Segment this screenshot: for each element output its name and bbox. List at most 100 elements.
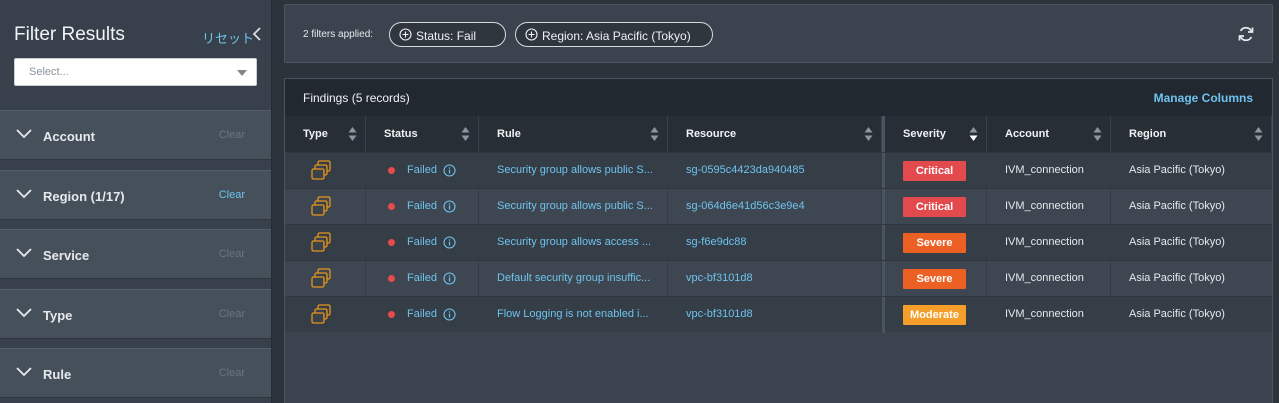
cell-region: Asia Pacific (Tokyo)	[1111, 189, 1272, 225]
status-link[interactable]: Failed	[407, 200, 437, 212]
table-row[interactable]: Failed Security group allows public S... s…	[285, 188, 1272, 225]
severity-badge: Critical	[903, 161, 966, 181]
column-header-region[interactable]: Region	[1111, 116, 1272, 152]
region-text: Asia Pacific (Tokyo)	[1129, 272, 1225, 284]
cell-type	[285, 153, 366, 189]
facet-clear-button[interactable]: Clear	[219, 129, 245, 141]
cell-status: Failed	[366, 297, 479, 333]
column-header-severity[interactable]: Severity	[882, 116, 987, 152]
facet-clear-button[interactable]: Clear	[219, 189, 245, 201]
findings-header: Findings (5 records) Manage Columns	[285, 79, 1272, 116]
chevron-down-icon	[16, 189, 32, 199]
column-header-label: Status	[384, 128, 418, 140]
resource-link[interactable]: vpc-bf3101d8	[686, 272, 753, 284]
region-text: Asia Pacific (Tokyo)	[1129, 200, 1225, 212]
sidebar-header: Filter Results リセット Select...	[0, 0, 271, 108]
sort-icon[interactable]	[650, 126, 659, 142]
resource-link[interactable]: vpc-bf3101d8	[686, 308, 753, 320]
account-text: IVM_connection	[1005, 272, 1084, 284]
cell-severity: Moderate	[882, 297, 987, 333]
status-dot	[388, 275, 395, 282]
rule-link[interactable]: Security group allows public S...	[497, 164, 662, 176]
facet-region[interactable]: Region (1/17) Clear	[0, 170, 271, 220]
account-text: IVM_connection	[1005, 200, 1084, 212]
filter-chip-label: Status: Fail	[416, 29, 477, 43]
resource-link[interactable]: sg-0595c4423da940485	[686, 164, 805, 176]
info-icon[interactable]	[443, 164, 456, 177]
sort-icon[interactable]	[864, 126, 873, 142]
status-link[interactable]: Failed	[407, 272, 437, 284]
cell-region: Asia Pacific (Tokyo)	[1111, 297, 1272, 333]
sidebar-title: Filter Results	[14, 24, 125, 45]
sort-icon[interactable]	[1093, 126, 1102, 142]
facet-type[interactable]: Type Clear	[0, 289, 271, 339]
cell-type	[285, 297, 366, 333]
rule-link[interactable]: Flow Logging is not enabled i...	[497, 308, 662, 320]
column-header-label: Account	[1005, 128, 1049, 140]
cell-rule: Flow Logging is not enabled i...	[479, 297, 668, 333]
info-icon[interactable]	[443, 200, 456, 213]
column-header-status[interactable]: Status	[366, 116, 479, 152]
cell-type	[285, 225, 366, 261]
filter-chip-region[interactable]: Region: Asia Pacific (Tokyo)	[515, 22, 713, 47]
filter-select[interactable]: Select...	[14, 58, 257, 86]
status-link[interactable]: Failed	[407, 308, 437, 320]
chevron-down-icon	[237, 70, 247, 76]
region-text: Asia Pacific (Tokyo)	[1129, 164, 1225, 176]
cell-region: Asia Pacific (Tokyo)	[1111, 153, 1272, 189]
sort-icon[interactable]	[1254, 126, 1263, 142]
cell-type	[285, 189, 366, 225]
facet-label: Rule	[43, 367, 72, 382]
column-header-type[interactable]: Type	[285, 116, 366, 152]
cell-rule: Security group allows public S...	[479, 189, 668, 225]
sort-icon[interactable]	[969, 126, 978, 142]
cell-status: Failed	[366, 189, 479, 225]
cell-resource: sg-064d6e41d56c3e9e4	[668, 189, 882, 225]
rule-link[interactable]: Security group allows public S...	[497, 200, 662, 212]
account-text: IVM_connection	[1005, 308, 1084, 320]
refresh-icon[interactable]	[1237, 25, 1255, 43]
facet-clear-button[interactable]: Clear	[219, 367, 245, 379]
severity-badge: Moderate	[903, 305, 966, 325]
table-row[interactable]: Failed Security group allows public S... s…	[285, 152, 1272, 189]
table-row[interactable]: Failed Security group allows access ... sg…	[285, 224, 1272, 261]
status-dot	[388, 311, 395, 318]
chevron-down-icon	[16, 308, 32, 318]
manage-columns-link[interactable]: Manage Columns	[1154, 91, 1253, 105]
rule-link[interactable]: Default security group insuffic...	[497, 272, 662, 284]
cell-rule: Security group allows public S...	[479, 153, 668, 189]
cell-account: IVM_connection	[987, 225, 1111, 261]
table-row[interactable]: Failed Flow Logging is not enabled i... vp…	[285, 296, 1272, 333]
filter-chip-status[interactable]: Status: Fail	[389, 22, 506, 47]
cell-status: Failed	[366, 153, 479, 189]
facet-clear-button[interactable]: Clear	[219, 308, 245, 320]
info-icon[interactable]	[443, 236, 456, 249]
table-row[interactable]: Failed Default security group insuffic...…	[285, 260, 1272, 297]
sort-icon[interactable]	[461, 126, 470, 142]
info-icon[interactable]	[443, 272, 456, 285]
info-icon[interactable]	[443, 308, 456, 321]
resource-stack-icon	[311, 304, 331, 324]
reset-link[interactable]: リセット	[202, 28, 254, 47]
column-header-account[interactable]: Account	[987, 116, 1111, 152]
sort-icon[interactable]	[348, 126, 357, 142]
facet-clear-button[interactable]: Clear	[219, 248, 245, 260]
cell-region: Asia Pacific (Tokyo)	[1111, 261, 1272, 297]
status-link[interactable]: Failed	[407, 236, 437, 248]
column-header-label: Resource	[686, 128, 737, 140]
facet-label: Type	[43, 308, 73, 323]
resource-link[interactable]: sg-f6e9dc88	[686, 236, 747, 248]
facet-rule[interactable]: Rule Clear	[0, 348, 271, 398]
chevron-left-icon[interactable]	[250, 26, 264, 42]
status-link[interactable]: Failed	[407, 164, 437, 176]
resource-link[interactable]: sg-064d6e41d56c3e9e4	[686, 200, 805, 212]
table-header: Type Status Rule Resource Severity Account Reg…	[285, 116, 1272, 152]
facet-account[interactable]: Account Clear	[0, 110, 271, 160]
severity-badge: Critical	[903, 197, 966, 217]
column-header-resource[interactable]: Resource	[668, 116, 882, 152]
region-text: Asia Pacific (Tokyo)	[1129, 308, 1225, 320]
column-header-label: Rule	[497, 128, 521, 140]
column-header-rule[interactable]: Rule	[479, 116, 668, 152]
rule-link[interactable]: Security group allows access ...	[497, 236, 662, 248]
facet-service[interactable]: Service Clear	[0, 229, 271, 279]
